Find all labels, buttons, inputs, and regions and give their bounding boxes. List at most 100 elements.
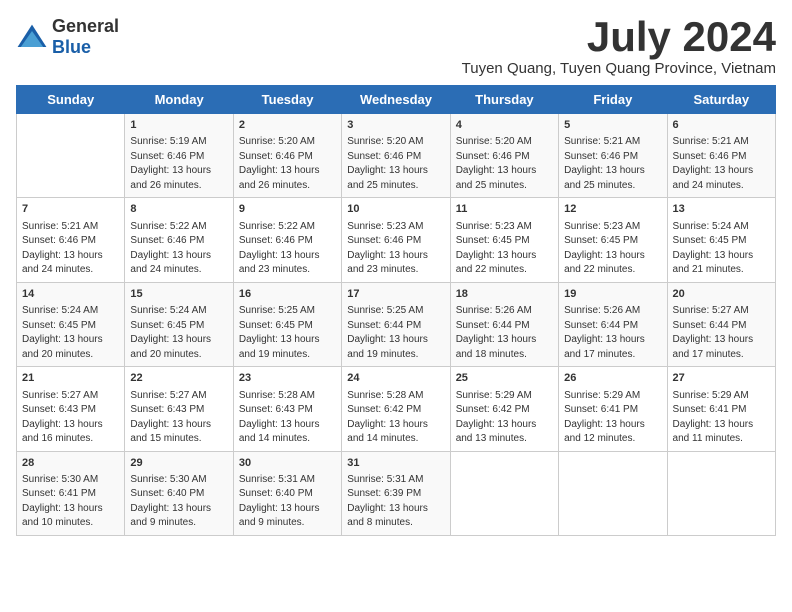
calendar-cell: 20 Sunrise: 5:27 AMSunset: 6:44 PMDayligh… (667, 282, 775, 366)
day-details: Sunrise: 5:22 AMSunset: 6:46 PMDaylight:… (130, 220, 227, 278)
day-number: 7 (22, 202, 119, 217)
day-number: 26 (564, 371, 661, 386)
day-details: Sunrise: 5:28 AMSunset: 6:42 PMDaylight:… (347, 389, 444, 447)
day-number: 20 (673, 287, 770, 302)
day-details: Sunrise: 5:25 AMSunset: 6:45 PMDaylight:… (239, 304, 336, 362)
day-number: 2 (239, 118, 336, 133)
day-number: 21 (22, 371, 119, 386)
calendar-cell: 29 Sunrise: 5:30 AMSunset: 6:40 PMDayligh… (125, 451, 233, 535)
day-header-friday: Friday (559, 86, 667, 114)
day-number: 18 (456, 287, 553, 302)
calendar-cell: 25 Sunrise: 5:29 AMSunset: 6:42 PMDayligh… (450, 367, 558, 451)
logo-text: General Blue (52, 16, 119, 58)
day-number: 17 (347, 287, 444, 302)
day-details: Sunrise: 5:30 AMSunset: 6:40 PMDaylight:… (130, 473, 227, 531)
calendar-cell: 5 Sunrise: 5:21 AMSunset: 6:46 PMDaylight… (559, 114, 667, 198)
day-number: 5 (564, 118, 661, 133)
calendar-cell (17, 114, 125, 198)
day-number: 12 (564, 202, 661, 217)
day-header-monday: Monday (125, 86, 233, 114)
day-number: 3 (347, 118, 444, 133)
day-details: Sunrise: 5:19 AMSunset: 6:46 PMDaylight:… (130, 135, 227, 193)
calendar-cell: 31 Sunrise: 5:31 AMSunset: 6:39 PMDayligh… (342, 451, 450, 535)
day-number: 29 (130, 456, 227, 471)
day-header-thursday: Thursday (450, 86, 558, 114)
day-details: Sunrise: 5:22 AMSunset: 6:46 PMDaylight:… (239, 220, 336, 278)
day-number: 8 (130, 202, 227, 217)
calendar-cell: 28 Sunrise: 5:30 AMSunset: 6:41 PMDayligh… (17, 451, 125, 535)
day-details: Sunrise: 5:24 AMSunset: 6:45 PMDaylight:… (130, 304, 227, 362)
logo-general: General (52, 16, 119, 36)
day-details: Sunrise: 5:26 AMSunset: 6:44 PMDaylight:… (456, 304, 553, 362)
logo: General Blue (16, 16, 119, 58)
day-number: 4 (456, 118, 553, 133)
day-number: 6 (673, 118, 770, 133)
day-number: 10 (347, 202, 444, 217)
calendar-cell: 4Sunrise: 5:20 AMSunset: 6:46 PMDaylight… (450, 114, 558, 198)
day-number: 28 (22, 456, 119, 471)
calendar-cell: 1 Sunrise: 5:19 AMSunset: 6:46 PMDaylight… (125, 114, 233, 198)
logo-icon (16, 23, 48, 51)
day-number: 24 (347, 371, 444, 386)
calendar-cell: 24 Sunrise: 5:28 AMSunset: 6:42 PMDayligh… (342, 367, 450, 451)
day-details: Sunrise: 5:27 AMSunset: 6:43 PMDaylight:… (22, 389, 119, 447)
day-details: Sunrise: 5:28 AMSunset: 6:43 PMDaylight:… (239, 389, 336, 447)
day-details: Sunrise: 5:20 AMSunset: 6:46 PMDaylight:… (239, 135, 336, 193)
day-details: Sunrise: 5:21 AMSunset: 6:46 PMDaylight:… (22, 220, 119, 278)
day-number: 14 (22, 287, 119, 302)
calendar-cell: 8 Sunrise: 5:22 AMSunset: 6:46 PMDaylight… (125, 198, 233, 282)
day-details: Sunrise: 5:31 AMSunset: 6:39 PMDaylight:… (347, 473, 444, 531)
days-header-row: SundayMondayTuesdayWednesdayThursdayFrid… (17, 86, 776, 114)
day-details: Sunrise: 5:30 AMSunset: 6:41 PMDaylight:… (22, 473, 119, 531)
day-header-tuesday: Tuesday (233, 86, 341, 114)
calendar-cell: 18 Sunrise: 5:26 AMSunset: 6:44 PMDayligh… (450, 282, 558, 366)
calendar-cell: 22 Sunrise: 5:27 AMSunset: 6:43 PMDayligh… (125, 367, 233, 451)
calendar-cell: 13Sunrise: 5:24 AMSunset: 6:45 PMDayligh… (667, 198, 775, 282)
calendar-cell: 16Sunrise: 5:25 AMSunset: 6:45 PMDayligh… (233, 282, 341, 366)
calendar-cell: 6 Sunrise: 5:21 AMSunset: 6:46 PMDaylight… (667, 114, 775, 198)
week-row-4: 21 Sunrise: 5:27 AMSunset: 6:43 PMDayligh… (17, 367, 776, 451)
day-number: 25 (456, 371, 553, 386)
calendar-cell: 12 Sunrise: 5:23 AMSunset: 6:45 PMDayligh… (559, 198, 667, 282)
calendar-cell (667, 451, 775, 535)
month-title: July 2024 (462, 16, 776, 58)
day-details: Sunrise: 5:21 AMSunset: 6:46 PMDaylight:… (564, 135, 661, 193)
header: General Blue July 2024 Tuyen Quang, Tuye… (16, 16, 776, 77)
day-header-saturday: Saturday (667, 86, 775, 114)
day-details: Sunrise: 5:24 AMSunset: 6:45 PMDaylight:… (673, 220, 770, 278)
calendar-cell: 11Sunrise: 5:23 AMSunset: 6:45 PMDayligh… (450, 198, 558, 282)
calendar-cell: 26 Sunrise: 5:29 AMSunset: 6:41 PMDayligh… (559, 367, 667, 451)
day-details: Sunrise: 5:25 AMSunset: 6:44 PMDaylight:… (347, 304, 444, 362)
day-number: 31 (347, 456, 444, 471)
day-details: Sunrise: 5:23 AMSunset: 6:45 PMDaylight:… (564, 220, 661, 278)
day-number: 27 (673, 371, 770, 386)
day-details: Sunrise: 5:20 AMSunset: 6:46 PMDaylight:… (347, 135, 444, 193)
week-row-2: 7 Sunrise: 5:21 AMSunset: 6:46 PMDaylight… (17, 198, 776, 282)
title-area: July 2024 Tuyen Quang, Tuyen Quang Provi… (462, 16, 776, 77)
day-details: Sunrise: 5:31 AMSunset: 6:40 PMDaylight:… (239, 473, 336, 531)
day-number: 15 (130, 287, 227, 302)
week-row-1: 1 Sunrise: 5:19 AMSunset: 6:46 PMDaylight… (17, 114, 776, 198)
calendar-cell (559, 451, 667, 535)
calendar-body: 1 Sunrise: 5:19 AMSunset: 6:46 PMDaylight… (17, 114, 776, 536)
day-number: 11 (456, 202, 553, 217)
day-header-sunday: Sunday (17, 86, 125, 114)
calendar-header: SundayMondayTuesdayWednesdayThursdayFrid… (17, 86, 776, 114)
day-details: Sunrise: 5:29 AMSunset: 6:42 PMDaylight:… (456, 389, 553, 447)
day-details: Sunrise: 5:27 AMSunset: 6:44 PMDaylight:… (673, 304, 770, 362)
calendar-cell: 30Sunrise: 5:31 AMSunset: 6:40 PMDayligh… (233, 451, 341, 535)
day-number: 1 (130, 118, 227, 133)
day-details: Sunrise: 5:29 AMSunset: 6:41 PMDaylight:… (564, 389, 661, 447)
week-row-5: 28 Sunrise: 5:30 AMSunset: 6:41 PMDayligh… (17, 451, 776, 535)
day-details: Sunrise: 5:21 AMSunset: 6:46 PMDaylight:… (673, 135, 770, 193)
calendar-cell: 17 Sunrise: 5:25 AMSunset: 6:44 PMDayligh… (342, 282, 450, 366)
calendar-cell: 9Sunrise: 5:22 AMSunset: 6:46 PMDaylight… (233, 198, 341, 282)
calendar-cell: 15 Sunrise: 5:24 AMSunset: 6:45 PMDayligh… (125, 282, 233, 366)
day-header-wednesday: Wednesday (342, 86, 450, 114)
day-details: Sunrise: 5:23 AMSunset: 6:46 PMDaylight:… (347, 220, 444, 278)
day-details: Sunrise: 5:27 AMSunset: 6:43 PMDaylight:… (130, 389, 227, 447)
day-number: 22 (130, 371, 227, 386)
calendar-table: SundayMondayTuesdayWednesdayThursdayFrid… (16, 85, 776, 536)
day-details: Sunrise: 5:29 AMSunset: 6:41 PMDaylight:… (673, 389, 770, 447)
day-details: Sunrise: 5:24 AMSunset: 6:45 PMDaylight:… (22, 304, 119, 362)
